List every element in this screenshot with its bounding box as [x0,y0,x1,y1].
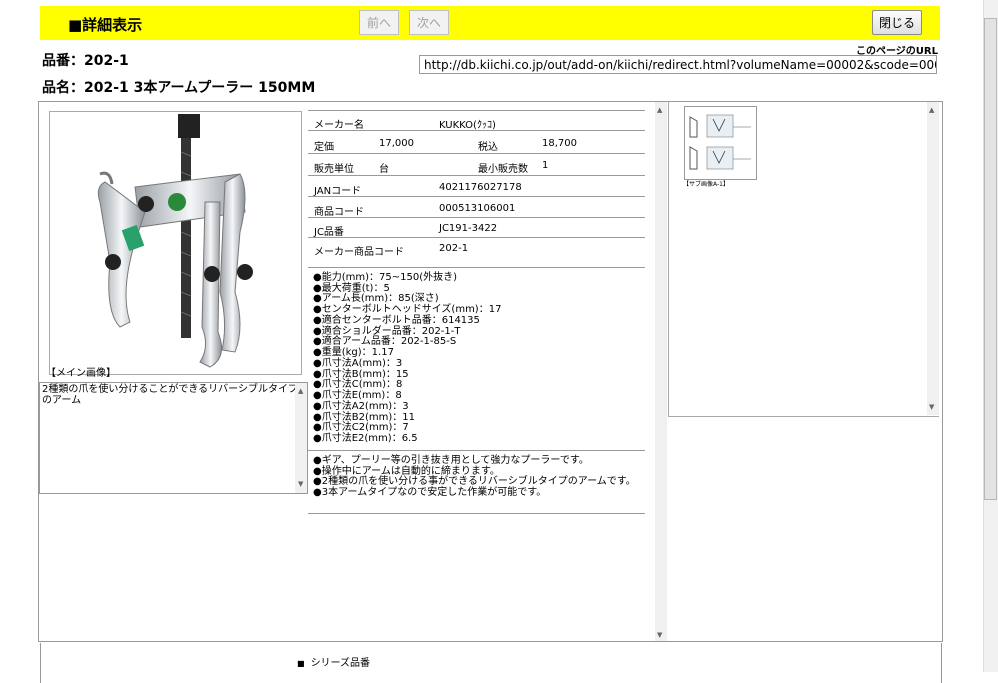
table-divider [308,175,645,176]
scroll-up-icon[interactable]: ▲ [298,386,303,397]
sub-image-scrollbar[interactable]: ▲ ▼ [927,102,939,415]
diagram-thumbnail [686,108,755,178]
product-name-heading: 品名：202-1 3本アームプーラー 150MM [42,80,316,96]
scroll-up-icon[interactable]: ▲ [657,106,662,114]
scroll-up-icon[interactable]: ▲ [929,106,934,114]
scroll-down-icon[interactable]: ▼ [298,479,303,490]
table-divider [308,237,645,238]
jc-value: JC191-3422 [439,223,498,234]
product-code-value: 000513106001 [439,203,516,214]
table-divider [308,153,645,154]
sub-image-thumbnail[interactable] [684,106,757,180]
maker-label: メーカー名 [314,120,364,131]
prev-button[interactable]: 前へ [359,10,399,35]
table-divider [308,196,645,197]
maker-code-label: メーカー商品コード [314,247,404,258]
main-image-caption: 【メイン画像】 [46,368,116,379]
table-divider [308,513,645,514]
series-label: ■ シリーズ品番 [297,654,370,669]
unit-value: 台 [379,164,389,175]
page-title: ■詳細表示 [68,16,143,34]
info-scrollbar[interactable]: ▲ ▼ [655,102,667,641]
close-button[interactable]: 閉じる [872,10,922,35]
puller-image [97,114,253,368]
list-price-value: 17,000 [379,138,414,149]
scroll-down-icon[interactable]: ▼ [657,631,662,639]
description-scrollbar[interactable]: ▲ ▼ [295,383,307,493]
header-bar: ■詳細表示 前へ 次へ 閉じる [40,6,940,40]
next-button[interactable]: 次へ [409,10,449,35]
maker-value: KUKKO(ｸｯｺ) [439,120,496,131]
min-qty-label: 最小販売数 [478,164,528,175]
tax-price-value: 18,700 [542,138,577,149]
spec-item: ●爪寸法E2(mm)：6.5 [313,433,418,444]
description-text: 2種類の爪を使い分けることができるリバーシブルタイプのアーム [42,384,298,406]
jc-label: JC品番 [314,227,344,238]
table-divider [308,130,645,131]
jan-label: JANコード [314,186,362,197]
table-divider [308,217,645,218]
feature-item: ●3本アームタイプなので安定した作業が可能です。 [313,487,547,498]
tax-price-label: 税込 [478,142,498,153]
table-divider [308,450,645,451]
series-panel [40,643,942,683]
url-field[interactable]: http://db.kiichi.co.jp/out/add-on/kiichi… [419,55,937,74]
list-price-label: 定価 [314,142,334,153]
description-textarea[interactable]: 2種類の爪を使い分けることができるリバーシブルタイプのアーム ▲ ▼ [39,382,308,494]
table-divider [308,110,645,111]
table-divider [308,267,645,268]
series-label-text: シリーズ品番 [310,658,371,669]
product-code-label: 商品コード [314,207,364,218]
product-code-heading: 品番：202-1 [42,53,129,69]
main-image [49,111,302,375]
jan-value: 4021176027178 [439,182,522,193]
bullet-icon: ■ [297,659,305,668]
sub-image-caption: 【サブ画像A-1】 [683,181,729,188]
min-qty-value: 1 [542,160,549,171]
maker-code-value: 202-1 [439,243,469,254]
page-scrollbar-thumb[interactable] [984,18,997,500]
scroll-down-icon[interactable]: ▼ [929,403,934,411]
unit-label: 販売単位 [314,164,354,175]
